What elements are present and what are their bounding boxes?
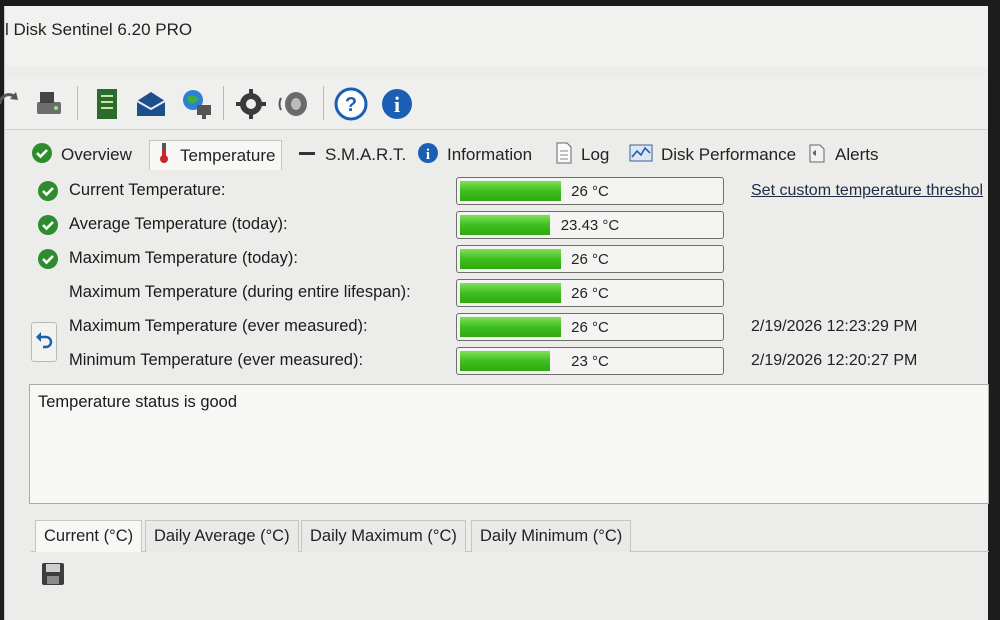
temperature-value: 23 °C [571,353,609,370]
email-icon[interactable] [133,86,169,122]
check-icon [31,142,53,169]
tab-information[interactable]: i Information [417,140,532,170]
temperature-value: 26 °C [571,251,609,268]
undo-icon [34,330,54,355]
temperature-row: Maximum Temperature (ever measured): 26 … [25,312,989,342]
tab-temperature[interactable]: Temperature [149,140,283,170]
svg-text:i: i [426,147,430,163]
report-icon[interactable] [89,86,125,122]
history-tabs: Current (°C) Daily Average (°C) Daily Ma… [31,518,989,552]
status-box: Temperature status is good [29,384,989,504]
tab-current[interactable]: Current (°C) [35,520,143,552]
reset-button[interactable] [31,322,57,362]
temperature-value: 26 °C [571,285,609,302]
alerts-icon [807,142,827,169]
help-icon[interactable]: ? [333,86,369,122]
dash-icon [297,143,317,168]
save-button[interactable] [39,562,67,590]
document-icon [555,142,573,169]
temperature-row: Maximum Temperature (during entire lifes… [25,278,989,308]
row-label: Maximum Temperature (ever measured): [69,317,368,335]
tab-label: Temperature [180,145,276,165]
refresh-icon[interactable] [0,86,27,122]
tab-daily-maximum[interactable]: Daily Maximum (°C) [301,520,466,552]
temperature-bar: 23 °C [456,347,724,375]
tab-label: Overview [61,145,132,164]
custom-threshold-link[interactable]: Set custom temperature threshol [751,182,983,200]
tab-log[interactable]: Log [555,140,609,170]
temperature-value: 26 °C [571,183,609,200]
chart-icon [629,143,653,168]
row-label: Maximum Temperature (during entire lifes… [69,283,411,301]
app-window: l Disk Sentinel 6.20 PRO ? i Overview Te… [0,6,989,620]
tab-daily-average[interactable]: Daily Average (°C) [145,520,299,552]
settings-icon[interactable] [233,86,269,122]
row-label: Minimum Temperature (ever measured): [69,351,364,369]
network-icon[interactable] [179,86,215,122]
temperature-value: 26 °C [571,319,609,336]
row-label: Maximum Temperature (today): [69,249,298,267]
svg-text:i: i [394,92,400,117]
disk-icon[interactable] [31,86,67,122]
timestamp: 2/19/2026 12:20:27 PM [751,352,918,369]
title-bar: l Disk Sentinel 6.20 PRO [5,6,988,66]
temperature-panel: Current Temperature: 26 °C Set custom te… [25,174,989,384]
tab-disk-performance[interactable]: Disk Performance [629,140,796,170]
svg-text:?: ? [345,94,357,116]
row-label: Current Temperature: [69,181,226,199]
info-icon: i [417,142,439,169]
save-icon [40,561,66,592]
timestamp: 2/19/2026 12:23:29 PM [751,318,918,335]
sound-icon[interactable] [277,86,313,122]
check-icon [37,180,59,202]
temperature-row: Average Temperature (today): 23.43 °C [25,210,989,240]
tab-label: Log [581,145,610,164]
toolbar: ? i [0,78,988,130]
info-icon[interactable]: i [379,86,415,122]
temperature-bar: 26 °C [456,279,724,307]
temperature-row: Maximum Temperature (today): 26 °C [25,244,989,274]
temperature-bar: 26 °C [456,313,724,341]
tab-label: Disk Performance [661,145,797,164]
tab-alerts[interactable]: Alerts [807,140,878,170]
window-title: l Disk Sentinel 6.20 PRO [5,20,193,39]
main-tabs: Overview Temperature S.M.A.R.T. i Inform… [5,132,988,176]
tab-label: S.M.A.R.T. [325,145,407,164]
temperature-bar: 26 °C [456,177,724,205]
temperature-value: 23.43 °C [560,217,620,234]
check-icon [37,248,59,270]
tab-daily-minimum[interactable]: Daily Minimum (°C) [471,520,632,552]
temperature-bar: 26 °C [456,245,724,273]
tab-label: Alerts [835,145,879,164]
status-text: Temperature status is good [38,393,238,411]
tab-smart[interactable]: S.M.A.R.T. [297,140,406,170]
check-icon [37,214,59,236]
row-label: Average Temperature (today): [69,215,288,233]
temperature-bar: 23.43 °C [456,211,724,239]
temperature-row: Current Temperature: 26 °C Set custom te… [25,176,989,206]
tab-label: Information [447,145,533,164]
thermometer-icon [156,141,172,170]
tab-overview[interactable]: Overview [31,140,132,170]
temperature-row: Minimum Temperature (ever measured): 23 … [25,346,989,376]
